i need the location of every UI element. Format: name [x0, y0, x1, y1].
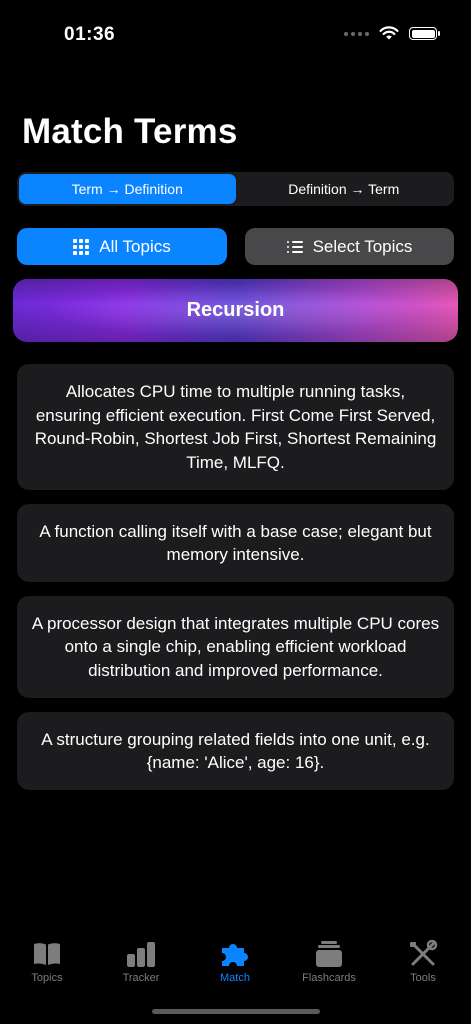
definition-text: A processor design that integrates multi…	[31, 613, 440, 680]
definition-card-3[interactable]: A processor design that integrates multi…	[17, 596, 454, 698]
mode-segmented-control: Term → Definition Definition → Term	[17, 172, 454, 206]
tab-tools[interactable]: Tools	[383, 940, 463, 984]
grid-icon	[73, 238, 90, 255]
definition-card-2[interactable]: A function calling itself with a base ca…	[17, 504, 454, 582]
tab-label: Flashcards	[302, 972, 356, 984]
select-topics-label: Select Topics	[312, 236, 413, 256]
tab-flashcards[interactable]: Flashcards	[289, 940, 369, 984]
tab-tracker[interactable]: Tracker	[101, 940, 181, 984]
page-title: Match Terms	[22, 112, 238, 151]
cellular-signal-icon	[344, 31, 369, 36]
book-icon	[34, 943, 60, 965]
tools-icon	[410, 940, 438, 966]
wifi-icon	[379, 26, 399, 40]
status-icons	[344, 26, 440, 41]
definition-card-1[interactable]: Allocates CPU time to multiple running t…	[17, 364, 454, 490]
segment-definition-to-term[interactable]: Definition → Term	[236, 174, 453, 204]
topic-filter-row: All Topics Select Topics	[17, 228, 454, 265]
battery-icon	[409, 27, 440, 40]
definition-card-4[interactable]: A structure grouping related fields into…	[17, 712, 454, 790]
tab-match[interactable]: Match	[195, 940, 275, 984]
segment-term-to-definition[interactable]: Term → Definition	[19, 174, 236, 204]
home-indicator[interactable]	[152, 1009, 320, 1014]
cards-stack-icon	[316, 941, 342, 967]
definition-text: A function calling itself with a base ca…	[39, 521, 432, 565]
select-topics-button[interactable]: Select Topics	[245, 228, 454, 265]
status-bar: 01:36	[0, 0, 471, 70]
definition-text: A structure grouping related fields into…	[41, 729, 430, 773]
tab-label: Topics	[31, 972, 63, 984]
puzzle-icon	[222, 944, 248, 966]
tab-topics[interactable]: Topics	[7, 940, 87, 984]
definition-text: Allocates CPU time to multiple running t…	[34, 382, 437, 472]
tab-label: Tracker	[122, 972, 160, 984]
status-time: 01:36	[64, 24, 116, 45]
list-icon	[286, 240, 303, 253]
bar-chart-icon	[127, 942, 155, 967]
tab-label: Match	[220, 972, 250, 984]
all-topics-label: All Topics	[99, 236, 171, 256]
term-card: Recursion	[13, 279, 458, 342]
all-topics-button[interactable]: All Topics	[17, 228, 227, 265]
term-text: Recursion	[186, 299, 285, 321]
tab-label: Tools	[410, 972, 436, 984]
